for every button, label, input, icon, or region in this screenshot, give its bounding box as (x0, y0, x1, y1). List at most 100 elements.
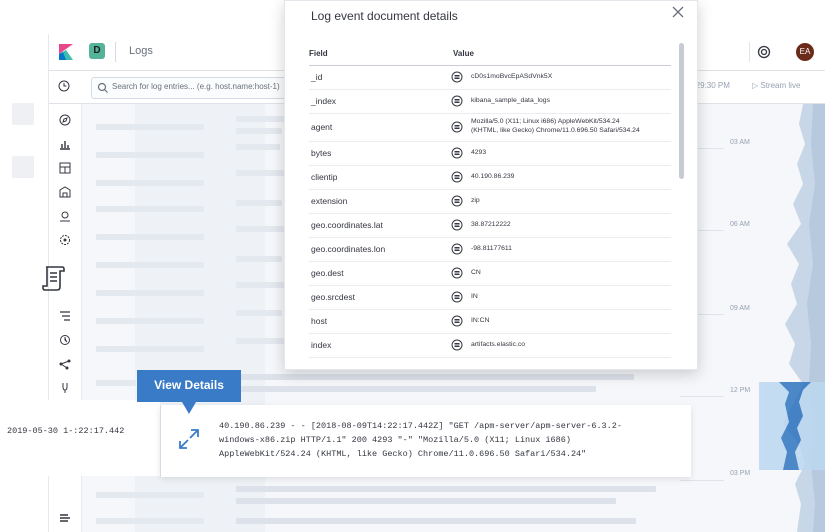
minimap-time-label: 03 PM (730, 470, 751, 477)
skeleton-row (236, 310, 282, 316)
field-value: cD0s1moBvcEpASdVnk5X (471, 72, 553, 80)
minimap-time-label: 09 AM (730, 305, 750, 312)
skeleton-row (96, 262, 204, 268)
field-value: artifacts.elastic.co (471, 340, 526, 348)
skeleton-row (96, 346, 204, 352)
skeleton-row (236, 386, 596, 392)
tooltip-label: View Details (154, 378, 224, 392)
filter-list-icon[interactable] (451, 267, 463, 279)
help-icon (757, 45, 771, 59)
details-table-row: host IN:CN (309, 309, 671, 334)
dashboard-icon[interactable] (59, 162, 71, 174)
skeleton-row (96, 180, 204, 186)
graph-icon[interactable] (59, 358, 71, 370)
search-icon (97, 82, 108, 93)
field-value: 4293 (471, 148, 487, 156)
ghost-panel-1 (12, 103, 34, 125)
modal-title: Log event document details (311, 9, 458, 23)
filter-list-icon[interactable] (451, 121, 463, 133)
skeleton-row (96, 380, 136, 386)
field-name: geo.srcdest (311, 292, 355, 302)
filter-list-icon[interactable] (451, 147, 463, 159)
skeleton-row (236, 116, 286, 122)
filter-list-icon[interactable] (451, 291, 463, 303)
filter-list-icon[interactable] (451, 219, 463, 231)
field-value-line: (KHTML, like Gecko) Chrome/11.0.696.50 S… (471, 126, 640, 134)
skeleton-row (96, 234, 204, 240)
field-name: geo.coordinates.lon (311, 244, 386, 254)
field-name: extension (311, 196, 348, 206)
field-value: IN (471, 292, 478, 300)
field-name: host (311, 316, 328, 326)
minimap-visible-range[interactable] (759, 382, 825, 470)
column-header-value[interactable]: Value (453, 49, 474, 58)
skeleton-row (96, 124, 204, 130)
dev-tools-icon[interactable] (59, 382, 71, 394)
filter-list-icon[interactable] (451, 243, 463, 255)
field-name: geo.coordinates.lat (311, 220, 383, 230)
space-badge[interactable]: D (89, 43, 105, 59)
ml-icon[interactable] (59, 234, 71, 246)
discover-icon[interactable] (59, 114, 71, 126)
field-name: geo.dest (311, 268, 344, 278)
field-value: 40.190.86.239 (471, 172, 515, 180)
search-placeholder: Search for log entries... (e.g. host.nam… (112, 82, 280, 91)
stream-live-button[interactable]: ▷ Stream live (752, 81, 800, 90)
close-icon[interactable] (671, 5, 685, 19)
field-name: clientip (311, 172, 338, 182)
filter-list-icon[interactable] (451, 339, 463, 351)
log-entry-card[interactable]: 40.190.86.239 - - [2018-08-09T14:22:17.4… (160, 405, 691, 477)
maps-icon[interactable] (59, 210, 71, 222)
filter-list-icon[interactable] (451, 71, 463, 83)
skeleton-row (236, 144, 280, 150)
field-value: -98.81177611 (471, 244, 512, 252)
skeleton-row (236, 170, 284, 176)
expand-icon[interactable] (177, 427, 201, 451)
skeleton-row (236, 498, 616, 504)
uptime-icon[interactable] (59, 334, 71, 346)
canvas-icon[interactable] (59, 186, 71, 198)
field-value: Mozilla/5.0 (X11; Linux i686) AppleWebKi… (471, 118, 640, 135)
header-divider (115, 42, 116, 62)
visualize-icon[interactable] (59, 138, 71, 150)
logs-app-icon[interactable] (40, 264, 68, 292)
help-button[interactable] (749, 42, 778, 62)
skeleton-row (236, 374, 634, 380)
field-value: zip (471, 196, 480, 204)
details-table-row: geo.coordinates.lon -98.81177611 (309, 237, 671, 262)
skeleton-row (236, 256, 282, 262)
user-avatar[interactable]: EA (796, 43, 814, 61)
skeleton-row (236, 338, 284, 344)
field-name: index (311, 340, 332, 350)
field-value: 38.87212222 (471, 220, 511, 228)
log-message-line: 40.190.86.239 - - [2018-08-09T14:22:17.4… (219, 421, 622, 431)
log-message-line: windows-x86.zip HTTP/1.1" 200 4293 "-" "… (219, 435, 571, 445)
minimap-highlight-density (779, 382, 811, 470)
log-timestamp: 2019-05-30 1-:22:17.442 (7, 426, 125, 436)
details-table-row: geo.srcdest IN (309, 285, 671, 310)
column-header-field[interactable]: Field (309, 49, 328, 58)
details-table-row: clientip 40.190.86.239 (309, 165, 671, 190)
collapse-nav-icon[interactable] (60, 514, 70, 522)
tooltip-arrow (182, 402, 196, 414)
details-table-row: index artifacts.elastic.co (309, 333, 671, 358)
apm-icon[interactable] (59, 310, 71, 322)
minimap-tick (680, 480, 724, 481)
clock-icon[interactable] (58, 80, 70, 92)
modal-scrollbar[interactable] (679, 43, 684, 179)
skeleton-row (96, 492, 204, 498)
filter-list-icon[interactable] (451, 315, 463, 327)
skeleton-row (96, 290, 204, 296)
kibana-logo-icon[interactable] (57, 43, 75, 61)
filter-list-icon[interactable] (451, 171, 463, 183)
field-value: CN (471, 268, 481, 276)
filter-list-icon[interactable] (451, 195, 463, 207)
minimap-tick (680, 396, 724, 397)
skeleton-row (96, 152, 204, 158)
search-input[interactable]: Search for log entries... (e.g. host.nam… (91, 77, 293, 99)
skeleton-row (236, 200, 282, 206)
filter-list-icon[interactable] (451, 95, 463, 107)
details-table-row: _index kibana_sample_data_logs (309, 89, 671, 114)
app-title[interactable]: Logs (129, 45, 153, 57)
details-table-row: extension zip (309, 189, 671, 214)
